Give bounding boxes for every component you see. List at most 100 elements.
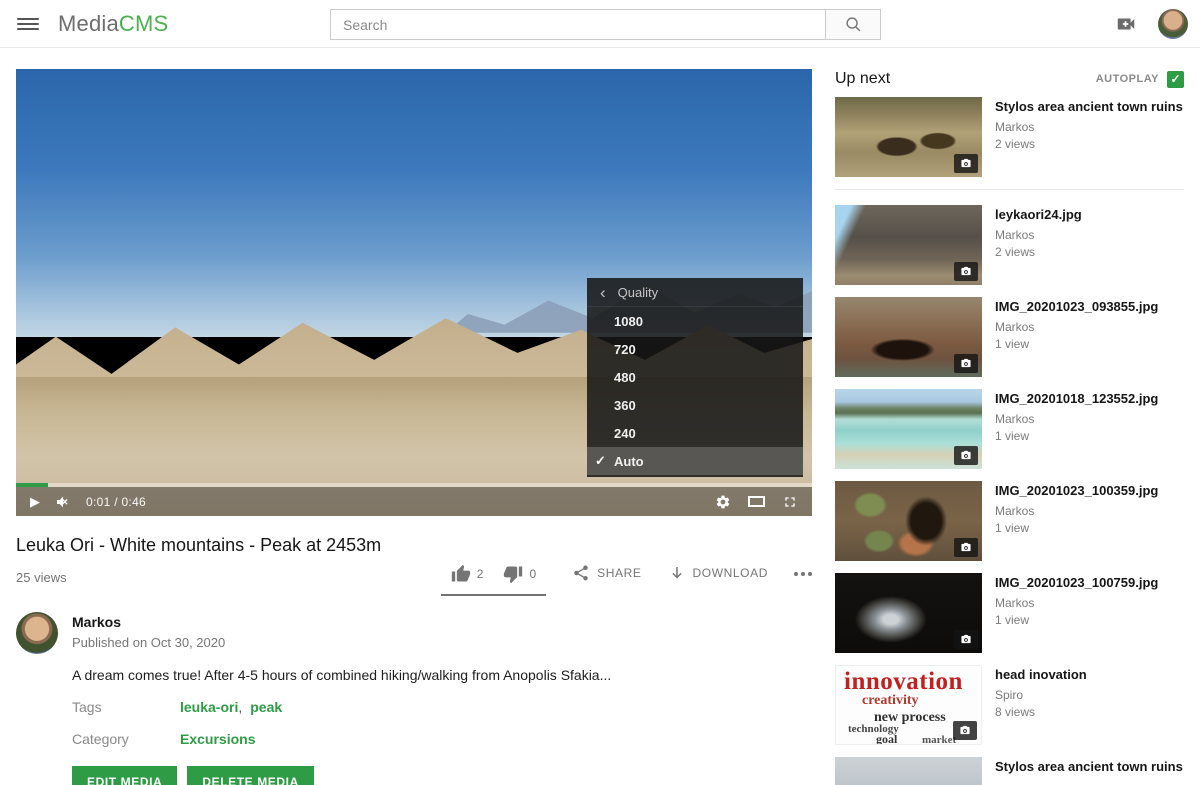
theater-mode-icon[interactable] <box>748 496 765 507</box>
image-badge <box>954 446 978 465</box>
upload-media-button[interactable] <box>1113 13 1139 35</box>
search-icon <box>845 16 862 33</box>
quality-menu: ‹ Quality 1080 720 480 360 240 ✓ Auto <box>587 278 803 477</box>
videocam-plus-icon <box>1113 13 1139 35</box>
category-label: Category <box>72 729 180 749</box>
thumbnail[interactable] <box>835 481 982 561</box>
like-button[interactable] <box>451 564 471 584</box>
up-next-list: Stylos area ancient town ruins Markos 2 … <box>835 97 1184 785</box>
tag-separator: , <box>238 699 242 715</box>
thumbnail[interactable] <box>835 297 982 377</box>
quality-option-1080[interactable]: 1080 <box>587 307 803 335</box>
user-avatar[interactable] <box>1158 9 1188 39</box>
top-bar: MediaCMS <box>0 0 1200 48</box>
item-title[interactable]: IMG_20201023_093855.jpg <box>995 298 1158 315</box>
thumbnail[interactable] <box>835 757 982 785</box>
logo[interactable]: MediaCMS <box>58 11 168 37</box>
edit-media-button[interactable]: EDIT MEDIA <box>72 766 177 785</box>
thumbnail[interactable] <box>835 97 982 177</box>
tags-row: Tags leuka-ori, peak <box>72 697 812 717</box>
volume-muted-icon[interactable] <box>54 494 72 510</box>
quality-option-auto[interactable]: ✓ Auto <box>587 447 803 475</box>
item-author[interactable]: Markos <box>995 596 1158 610</box>
share-icon <box>572 564 590 582</box>
thumbnail[interactable] <box>835 205 982 285</box>
author-avatar[interactable] <box>16 612 58 654</box>
dislike-button[interactable] <box>503 564 523 584</box>
video-player[interactable]: ‹ Quality 1080 720 480 360 240 ✓ Auto <box>16 69 812 516</box>
thumbnail[interactable] <box>835 389 982 469</box>
owner-buttons: EDIT MEDIA DELETE MEDIA <box>72 766 812 785</box>
search-input[interactable] <box>330 9 825 40</box>
settings-gear-icon[interactable] <box>715 494 731 510</box>
like-count: 2 <box>477 567 484 581</box>
quality-option-480[interactable]: 480 <box>587 363 803 391</box>
logo-cms-text: CMS <box>119 11 169 36</box>
list-item[interactable]: Stylos area ancient town ruins <box>835 757 1184 785</box>
delete-media-button[interactable]: DELETE MEDIA <box>187 766 314 785</box>
play-button[interactable]: ▶ <box>30 495 40 508</box>
thumbnail[interactable] <box>835 573 982 653</box>
divider <box>835 189 1184 190</box>
chevron-left-icon: ‹ <box>600 284 606 301</box>
list-item[interactable]: leykaori24.jpg Markos 2 views <box>835 205 1184 285</box>
author-name[interactable]: Markos <box>72 614 225 630</box>
share-button[interactable]: SHARE <box>572 558 641 582</box>
item-title[interactable]: IMG_20201018_123552.jpg <box>995 390 1158 407</box>
item-title[interactable]: Stylos area ancient town ruins <box>995 758 1183 775</box>
item-author[interactable]: Spiro <box>995 688 1087 702</box>
list-item[interactable]: IMG_20201018_123552.jpg Markos 1 view <box>835 389 1184 469</box>
quality-option-720[interactable]: 720 <box>587 335 803 363</box>
quality-menu-back[interactable]: ‹ Quality <box>587 278 803 307</box>
item-author[interactable]: Markos <box>995 504 1158 518</box>
dislike-count: 0 <box>529 567 536 581</box>
search-button[interactable] <box>825 9 881 40</box>
download-button[interactable]: DOWNLOAD <box>668 558 768 582</box>
rating-group: 2 0 <box>441 558 546 596</box>
item-title[interactable]: Stylos area ancient town ruins <box>995 98 1183 115</box>
image-badge <box>953 721 977 740</box>
more-options-button[interactable] <box>794 558 812 576</box>
image-badge <box>954 630 978 649</box>
image-badge <box>954 354 978 373</box>
tags-label: Tags <box>72 697 180 717</box>
category-link-excursions[interactable]: Excursions <box>180 731 255 747</box>
item-title[interactable]: IMG_20201023_100759.jpg <box>995 574 1158 591</box>
mediacms-page: MediaCMS ‹ Quality <box>0 0 1200 785</box>
player-controls: ▶ 0:01 / 0:46 <box>16 487 812 516</box>
item-views: 1 view <box>995 429 1158 443</box>
item-title[interactable]: leykaori24.jpg <box>995 206 1082 223</box>
autoplay-checkbox[interactable]: ✓ <box>1167 71 1184 88</box>
item-views: 2 views <box>995 137 1183 151</box>
thumbnail[interactable]: innovation creativity new process techno… <box>835 665 982 745</box>
fullscreen-icon[interactable] <box>782 494 798 510</box>
item-author[interactable]: Markos <box>995 120 1183 134</box>
item-views: 8 views <box>995 705 1087 719</box>
image-badge <box>954 538 978 557</box>
menu-icon[interactable] <box>17 15 39 33</box>
list-item[interactable]: IMG_20201023_093855.jpg Markos 1 view <box>835 297 1184 377</box>
logo-media-text: Media <box>58 11 119 36</box>
up-next-title: Up next <box>835 70 890 88</box>
sidebar-header: Up next AUTOPLAY ✓ <box>835 69 1184 89</box>
item-author[interactable]: Markos <box>995 412 1158 426</box>
item-title[interactable]: head inovation <box>995 666 1087 683</box>
download-icon <box>668 564 686 582</box>
quality-option-360[interactable]: 360 <box>587 391 803 419</box>
tag-link-peak[interactable]: peak <box>250 699 282 715</box>
list-item[interactable]: IMG_20201023_100759.jpg Markos 1 view <box>835 573 1184 653</box>
tag-link-leuka-ori[interactable]: leuka-ori <box>180 699 238 715</box>
item-author[interactable]: Markos <box>995 320 1158 334</box>
item-author[interactable]: Markos <box>995 228 1082 242</box>
list-item[interactable]: Stylos area ancient town ruins Markos 2 … <box>835 97 1184 177</box>
main-content: ‹ Quality 1080 720 480 360 240 ✓ Auto <box>16 69 812 785</box>
check-icon: ✓ <box>595 453 606 469</box>
actions-bar: 2 0 SHARE DOWNLOAD <box>441 558 812 596</box>
list-item[interactable]: IMG_20201023_100359.jpg Markos 1 view <box>835 481 1184 561</box>
item-title[interactable]: IMG_20201023_100359.jpg <box>995 482 1158 499</box>
list-item[interactable]: innovation creativity new process techno… <box>835 665 1184 745</box>
up-next-sidebar: Up next AUTOPLAY ✓ Stylos area ancient t… <box>835 69 1184 785</box>
quality-option-240[interactable]: 240 <box>587 419 803 447</box>
image-badge <box>954 262 978 281</box>
media-title: Leuka Ori - White mountains - Peak at 24… <box>16 532 812 558</box>
